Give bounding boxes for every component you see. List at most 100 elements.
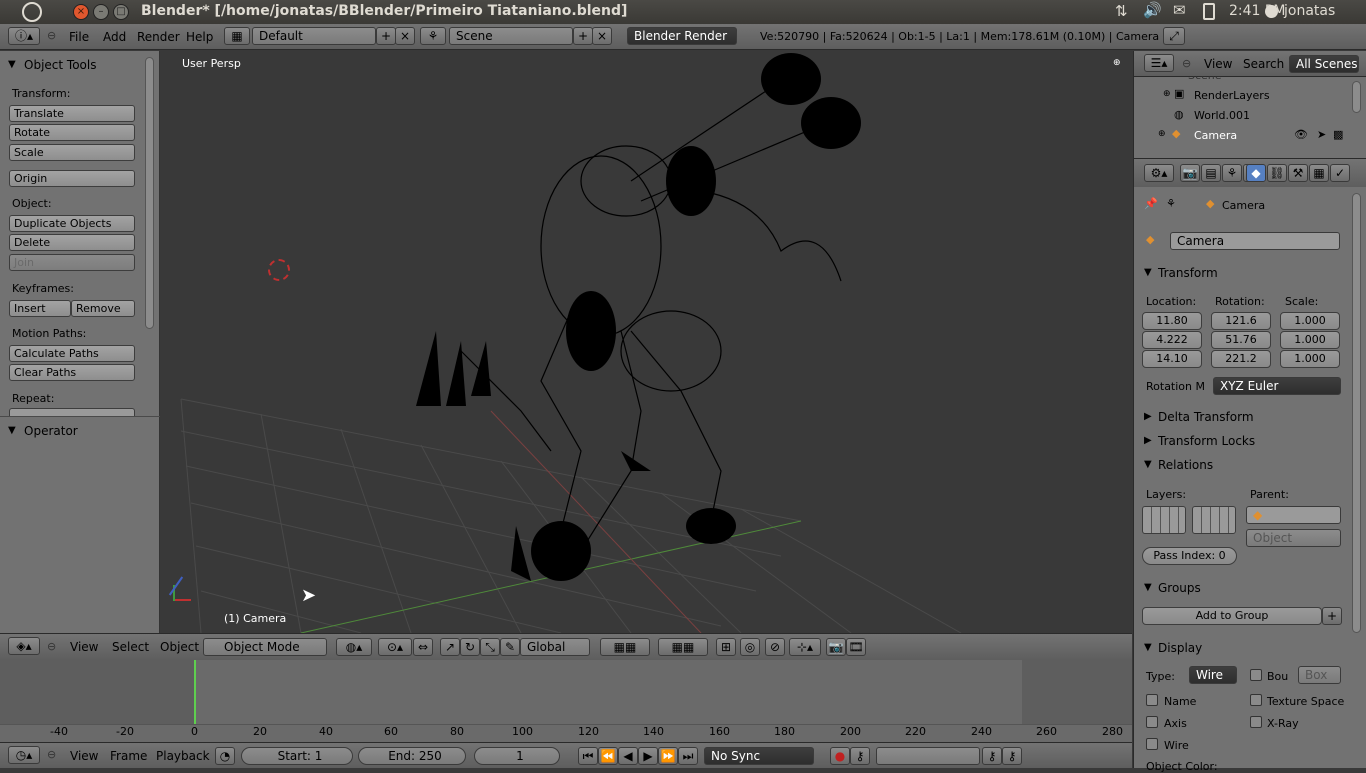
scene-field[interactable]: Scene [449, 27, 573, 45]
editor-type-button[interactable]: ☰▴ [1144, 54, 1174, 72]
location-z-field[interactable]: 14.10 [1142, 350, 1202, 368]
data-tab-icon[interactable]: ▦ [1309, 164, 1329, 182]
start-frame-field[interactable]: Start: 1 [241, 747, 353, 765]
manipulator-toggle[interactable]: ⇔ [413, 638, 433, 656]
collapse-arrow-icon[interactable]: ▼ [1144, 642, 1152, 653]
relations-panel-title[interactable]: Relations [1158, 458, 1213, 472]
menu-playback[interactable]: Playback [156, 749, 210, 763]
scale-z-field[interactable]: 1.000 [1280, 350, 1340, 368]
rotation-x-field[interactable]: 121.6 [1211, 312, 1271, 330]
expand-icon[interactable]: ⊕ [1158, 129, 1166, 139]
modifiers-tab-icon[interactable]: ⚒ [1288, 164, 1308, 182]
menu-search[interactable]: Search [1243, 57, 1284, 71]
render-anim-icon[interactable]: 🎞 [846, 638, 866, 656]
editor-type-button[interactable]: ⚙▴ [1144, 164, 1174, 182]
menu-select[interactable]: Select [112, 640, 149, 654]
expand-arrow-icon[interactable]: ▶ [1144, 411, 1152, 422]
scrollbar[interactable] [1352, 193, 1361, 633]
rotation-z-field[interactable]: 221.2 [1211, 350, 1271, 368]
sync-select[interactable]: No Sync [704, 747, 814, 765]
display-mode-select[interactable]: All Scenes [1289, 55, 1359, 73]
groups-panel-title[interactable]: Groups [1158, 581, 1201, 595]
collapse-icon[interactable]: ⊖ [47, 748, 56, 761]
xray-checkbox[interactable] [1250, 716, 1262, 728]
name-checkbox[interactable] [1146, 694, 1158, 706]
battery-icon[interactable] [1203, 3, 1215, 20]
scene-icon[interactable]: ⚘ [420, 27, 446, 45]
physics-tab-icon[interactable]: ✓ [1330, 164, 1350, 182]
scale-button[interactable]: Scale [9, 144, 135, 161]
play-reverse-icon[interactable]: ◀ [618, 747, 638, 765]
scene-tab-icon[interactable]: ⚘ [1222, 164, 1242, 182]
editor-type-button[interactable]: ◷▴ [8, 746, 40, 764]
minimize-window-button[interactable]: – [93, 4, 109, 20]
remove-layout-button[interactable]: × [395, 27, 415, 45]
rotate-manipulator-icon[interactable]: ↻ [460, 638, 480, 656]
fullscreen-icon[interactable]: ⤢ [1163, 27, 1185, 45]
scrollbar[interactable] [145, 57, 154, 329]
auto-keyframe-record-icon[interactable]: ● [830, 747, 850, 765]
delete-keyframe-icon[interactable]: ⚷ [1002, 747, 1022, 765]
outliner[interactable]: ☰▴ ⊖ View Search All Scenes Scene ⊕ ▣ Re… [1133, 51, 1366, 158]
3d-viewport[interactable]: User Persp ⊕ (1) Camera ➤ [161, 51, 1132, 633]
display-type-select[interactable]: Wire [1189, 666, 1237, 684]
add-scene-button[interactable]: + [573, 27, 593, 45]
layer-buttons-group-2[interactable]: ▦▦ [658, 638, 708, 656]
selectability-icon[interactable]: ➤ [1317, 128, 1326, 141]
parent-field[interactable]: ◆ [1246, 506, 1341, 524]
menu-frame[interactable]: Frame [110, 749, 147, 763]
render-still-icon[interactable]: 📷 [826, 638, 846, 656]
snap-icon[interactable]: ⊘ [765, 638, 785, 656]
add-layout-button[interactable]: + [376, 27, 396, 45]
location-x-field[interactable]: 11.80 [1142, 312, 1202, 330]
duplicate-objects-button[interactable]: Duplicate Objects [9, 215, 135, 232]
transform-locks-panel-title[interactable]: Transform Locks [1158, 434, 1255, 448]
outliner-item[interactable]: Scene [1188, 76, 1222, 83]
collapse-icon[interactable]: ⊖ [47, 29, 56, 42]
display-panel-title[interactable]: Display [1158, 641, 1202, 655]
menu-add[interactable]: Add [103, 30, 126, 44]
lock-layers-icon[interactable]: ⊞ [716, 638, 736, 656]
play-icon[interactable]: ▶ [638, 747, 658, 765]
proportional-edit-icon[interactable]: ◎ [740, 638, 760, 656]
insert-keyframe-button[interactable]: Insert [9, 300, 71, 317]
keying-set-field[interactable] [876, 747, 980, 765]
timeline-editor[interactable]: -40 -20 0 20 40 60 80 100 120 140 160 18… [0, 660, 1132, 742]
location-y-field[interactable]: 4.222 [1142, 331, 1202, 349]
panel-title[interactable]: Object Tools [24, 58, 96, 72]
maximize-window-button[interactable]: □ [113, 4, 129, 20]
preview-range-icon[interactable]: ◔ [215, 747, 235, 765]
operator-panel-title[interactable]: Operator [24, 424, 78, 438]
outliner-item[interactable]: World.001 [1194, 109, 1250, 122]
layer-buttons-group-1[interactable]: ▦▦ [600, 638, 650, 656]
texture-space-checkbox[interactable] [1250, 694, 1262, 706]
render-toggle-icon[interactable]: ▩ [1333, 128, 1343, 141]
jump-end-icon[interactable]: ⏭ [678, 747, 698, 765]
repeat-last-button[interactable] [9, 408, 135, 416]
ubuntu-logo-icon[interactable] [22, 2, 42, 22]
layout-icon[interactable]: ▦ [224, 27, 250, 45]
jump-keyframe-back-icon[interactable]: ⏪ [598, 747, 618, 765]
end-frame-field[interactable]: End: 250 [358, 747, 466, 765]
menu-object[interactable]: Object [160, 640, 199, 654]
editor-type-button[interactable]: ◈▴ [8, 637, 40, 655]
collapse-arrow-icon[interactable]: ▼ [1144, 267, 1152, 278]
outliner-item[interactable]: Camera [1194, 129, 1237, 142]
object-name-field[interactable]: Camera [1170, 232, 1340, 250]
transform-panel-title[interactable]: Transform [1158, 266, 1218, 280]
close-window-button[interactable]: × [73, 4, 89, 20]
shading-select[interactable]: ◍▴ [336, 638, 372, 656]
expand-arrow-icon[interactable]: ▶ [1144, 435, 1152, 446]
axis-checkbox[interactable] [1146, 716, 1158, 728]
pass-index-field[interactable]: Pass Index: 0 [1142, 547, 1237, 565]
expand-icon[interactable]: ⊕ [1163, 89, 1171, 99]
collapse-icon[interactable]: ⊖ [47, 640, 56, 653]
delta-transform-panel-title[interactable]: Delta Transform [1158, 410, 1254, 424]
add-to-group-button[interactable]: Add to Group [1142, 607, 1322, 625]
menu-file[interactable]: File [69, 30, 89, 44]
network-icon[interactable]: ⇅ [1115, 2, 1128, 20]
transform-orientation-icon[interactable]: ✎ [500, 638, 520, 656]
bounds-checkbox[interactable] [1250, 669, 1262, 681]
visibility-eye-icon[interactable]: 👁 [1294, 128, 1308, 141]
constraints-tab-icon[interactable]: ⛓ [1267, 164, 1287, 182]
